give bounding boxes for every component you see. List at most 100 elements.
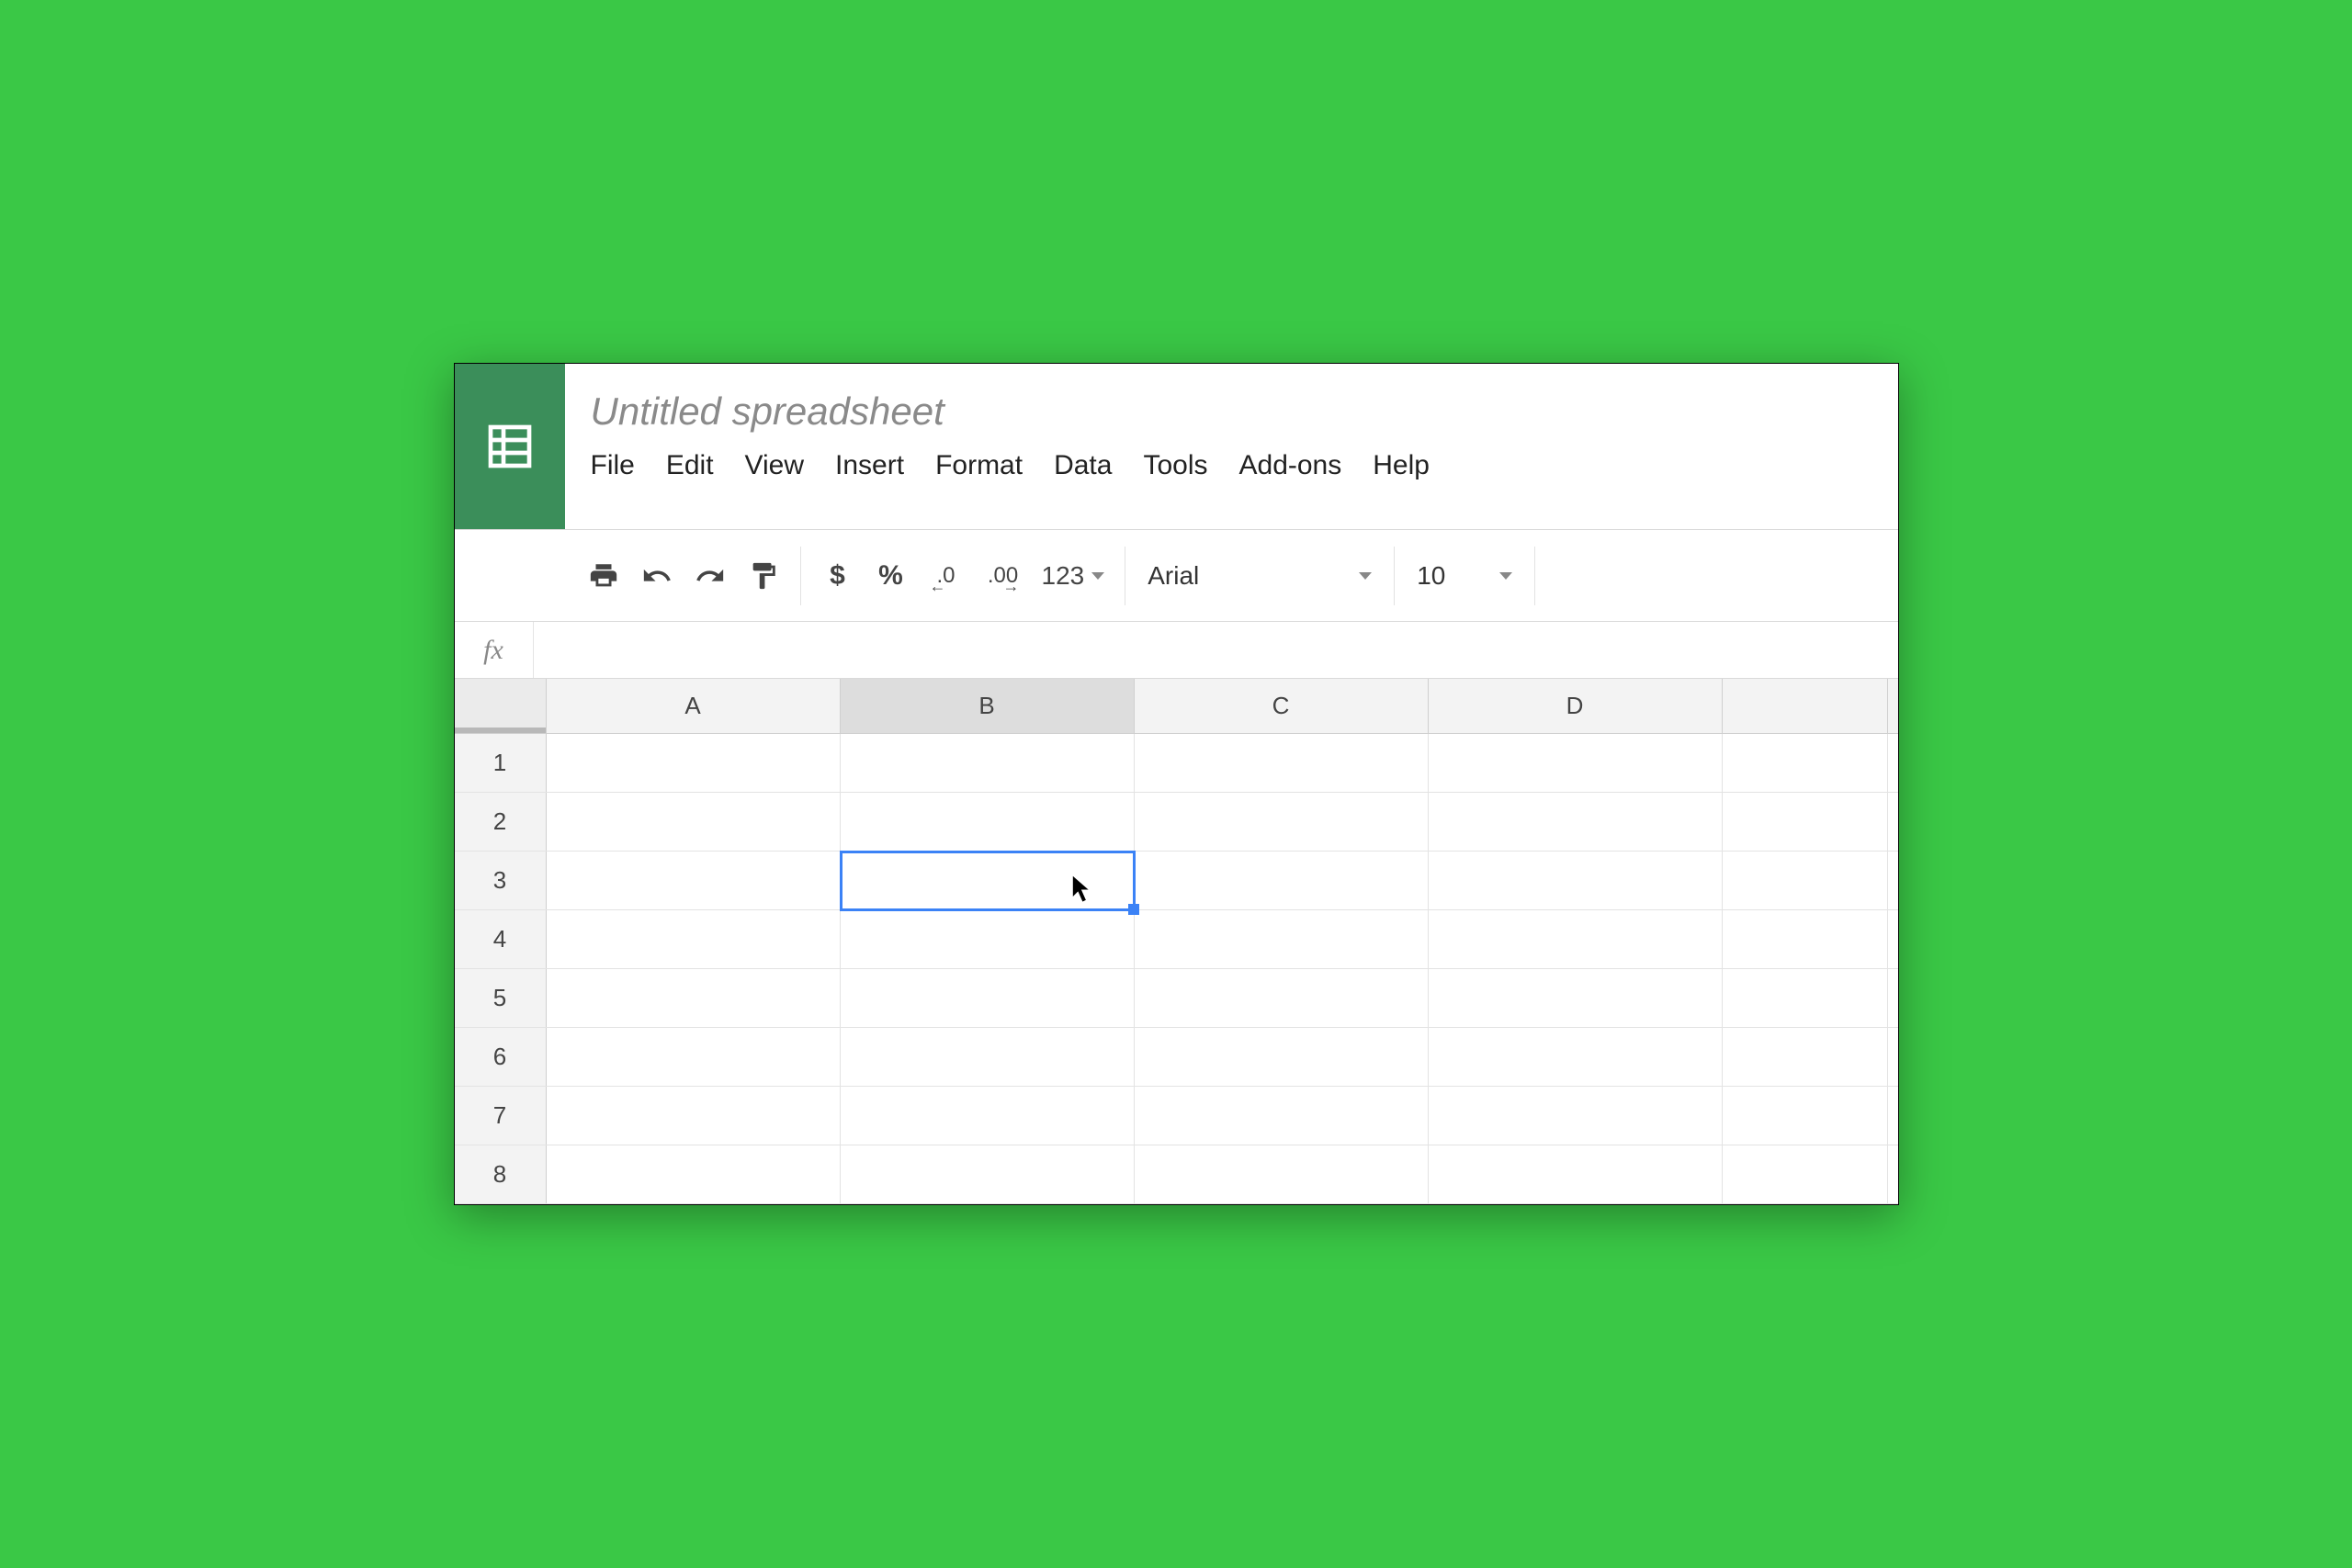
cell[interactable] bbox=[841, 1145, 1135, 1203]
cell-grid[interactable]: ABCD 12345678 bbox=[455, 679, 1898, 1204]
more-formats-button[interactable]: 123 bbox=[1036, 554, 1111, 598]
redo-icon bbox=[695, 560, 726, 592]
cell[interactable] bbox=[1429, 910, 1723, 968]
sheets-icon bbox=[484, 421, 536, 472]
cell[interactable] bbox=[841, 734, 1135, 792]
cell[interactable] bbox=[1429, 734, 1723, 792]
increase-decimal-button[interactable]: .00 → bbox=[979, 554, 1027, 598]
chevron-down-icon bbox=[1359, 572, 1372, 580]
cell[interactable] bbox=[1429, 1087, 1723, 1145]
cell[interactable] bbox=[841, 1028, 1135, 1086]
cell[interactable] bbox=[1723, 1087, 1888, 1145]
cell[interactable] bbox=[1723, 1145, 1888, 1203]
row-header-5[interactable]: 5 bbox=[455, 969, 547, 1027]
row-header-6[interactable]: 6 bbox=[455, 1028, 547, 1086]
cell[interactable] bbox=[547, 852, 841, 909]
row-header-2[interactable]: 2 bbox=[455, 793, 547, 851]
cell[interactable] bbox=[1429, 969, 1723, 1027]
column-header-d[interactable]: D bbox=[1429, 679, 1723, 733]
font-family-label: Arial bbox=[1148, 561, 1199, 591]
formula-bar: fx bbox=[455, 622, 1898, 679]
cell[interactable] bbox=[1135, 910, 1429, 968]
cell[interactable] bbox=[1135, 969, 1429, 1027]
menu-edit[interactable]: Edit bbox=[666, 450, 714, 481]
row-header-4[interactable]: 4 bbox=[455, 910, 547, 968]
menu-view[interactable]: View bbox=[745, 450, 804, 481]
cell[interactable] bbox=[547, 1087, 841, 1145]
row-header-8[interactable]: 8 bbox=[455, 1145, 547, 1203]
cell[interactable] bbox=[1723, 793, 1888, 851]
grid-row: 7 bbox=[455, 1087, 1898, 1145]
column-header-c[interactable]: C bbox=[1135, 679, 1429, 733]
print-button[interactable] bbox=[582, 554, 626, 598]
chevron-down-icon bbox=[1091, 572, 1104, 580]
cell[interactable] bbox=[1723, 910, 1888, 968]
cell[interactable] bbox=[1429, 1145, 1723, 1203]
row-header-7[interactable]: 7 bbox=[455, 1087, 547, 1145]
menu-addons[interactable]: Add-ons bbox=[1239, 450, 1342, 481]
cell[interactable] bbox=[547, 1028, 841, 1086]
cell[interactable] bbox=[841, 1087, 1135, 1145]
cell[interactable] bbox=[1429, 852, 1723, 909]
cell[interactable] bbox=[1135, 793, 1429, 851]
row-header-1[interactable]: 1 bbox=[455, 734, 547, 792]
undo-icon bbox=[641, 560, 673, 592]
grid-row: 1 bbox=[455, 734, 1898, 793]
grid-row: 6 bbox=[455, 1028, 1898, 1087]
font-family-select[interactable]: Arial bbox=[1131, 550, 1388, 602]
fx-label: fx bbox=[455, 622, 534, 678]
grid-row: 3 bbox=[455, 852, 1898, 910]
cell[interactable] bbox=[547, 1145, 841, 1203]
cell[interactable] bbox=[1429, 1028, 1723, 1086]
grid-row: 4 bbox=[455, 910, 1898, 969]
cell[interactable] bbox=[547, 910, 841, 968]
grid-row: 2 bbox=[455, 793, 1898, 852]
cell[interactable] bbox=[1135, 852, 1429, 909]
header: Untitled spreadsheet File Edit View Inse… bbox=[455, 364, 1898, 530]
row-header-3[interactable]: 3 bbox=[455, 852, 547, 909]
cell[interactable] bbox=[1723, 734, 1888, 792]
column-header-partial[interactable] bbox=[1723, 679, 1888, 733]
document-title[interactable]: Untitled spreadsheet bbox=[591, 389, 1872, 434]
percent-button[interactable]: % bbox=[869, 554, 913, 598]
cell[interactable] bbox=[547, 969, 841, 1027]
font-size-label: 10 bbox=[1417, 561, 1445, 591]
decrease-decimal-button[interactable]: .0 ← bbox=[922, 554, 970, 598]
menu-bar: File Edit View Insert Format Data Tools … bbox=[591, 450, 1872, 481]
app-icon[interactable] bbox=[455, 364, 565, 529]
spreadsheet-window: Untitled spreadsheet File Edit View Inse… bbox=[454, 363, 1899, 1205]
redo-button[interactable] bbox=[688, 554, 732, 598]
chevron-down-icon bbox=[1499, 572, 1512, 580]
cell[interactable] bbox=[841, 969, 1135, 1027]
menu-file[interactable]: File bbox=[591, 450, 635, 481]
cell[interactable] bbox=[547, 734, 841, 792]
cell[interactable] bbox=[1723, 969, 1888, 1027]
menu-help[interactable]: Help bbox=[1373, 450, 1430, 481]
menu-tools[interactable]: Tools bbox=[1143, 450, 1207, 481]
cell[interactable] bbox=[1135, 1145, 1429, 1203]
paint-format-button[interactable] bbox=[741, 554, 786, 598]
cell[interactable] bbox=[547, 793, 841, 851]
font-size-select[interactable]: 10 bbox=[1400, 550, 1529, 602]
cell[interactable] bbox=[1429, 793, 1723, 851]
menu-insert[interactable]: Insert bbox=[835, 450, 904, 481]
formula-input[interactable] bbox=[534, 622, 1898, 678]
undo-button[interactable] bbox=[635, 554, 679, 598]
menu-data[interactable]: Data bbox=[1054, 450, 1112, 481]
cell[interactable] bbox=[1135, 1028, 1429, 1086]
cell[interactable] bbox=[1135, 734, 1429, 792]
cell[interactable] bbox=[1723, 852, 1888, 909]
toolbar: $ % .0 ← .00 → 123 Arial 10 bbox=[455, 530, 1898, 622]
column-header-a[interactable]: A bbox=[547, 679, 841, 733]
cell[interactable] bbox=[841, 910, 1135, 968]
cell[interactable] bbox=[841, 852, 1135, 909]
currency-button[interactable]: $ bbox=[816, 554, 860, 598]
cell[interactable] bbox=[841, 793, 1135, 851]
cell[interactable] bbox=[1723, 1028, 1888, 1086]
cell[interactable] bbox=[1135, 1087, 1429, 1145]
column-header-b[interactable]: B bbox=[841, 679, 1135, 733]
column-headers: ABCD bbox=[455, 679, 1898, 734]
print-icon bbox=[588, 560, 619, 592]
select-all-corner[interactable] bbox=[455, 679, 547, 733]
menu-format[interactable]: Format bbox=[935, 450, 1023, 481]
